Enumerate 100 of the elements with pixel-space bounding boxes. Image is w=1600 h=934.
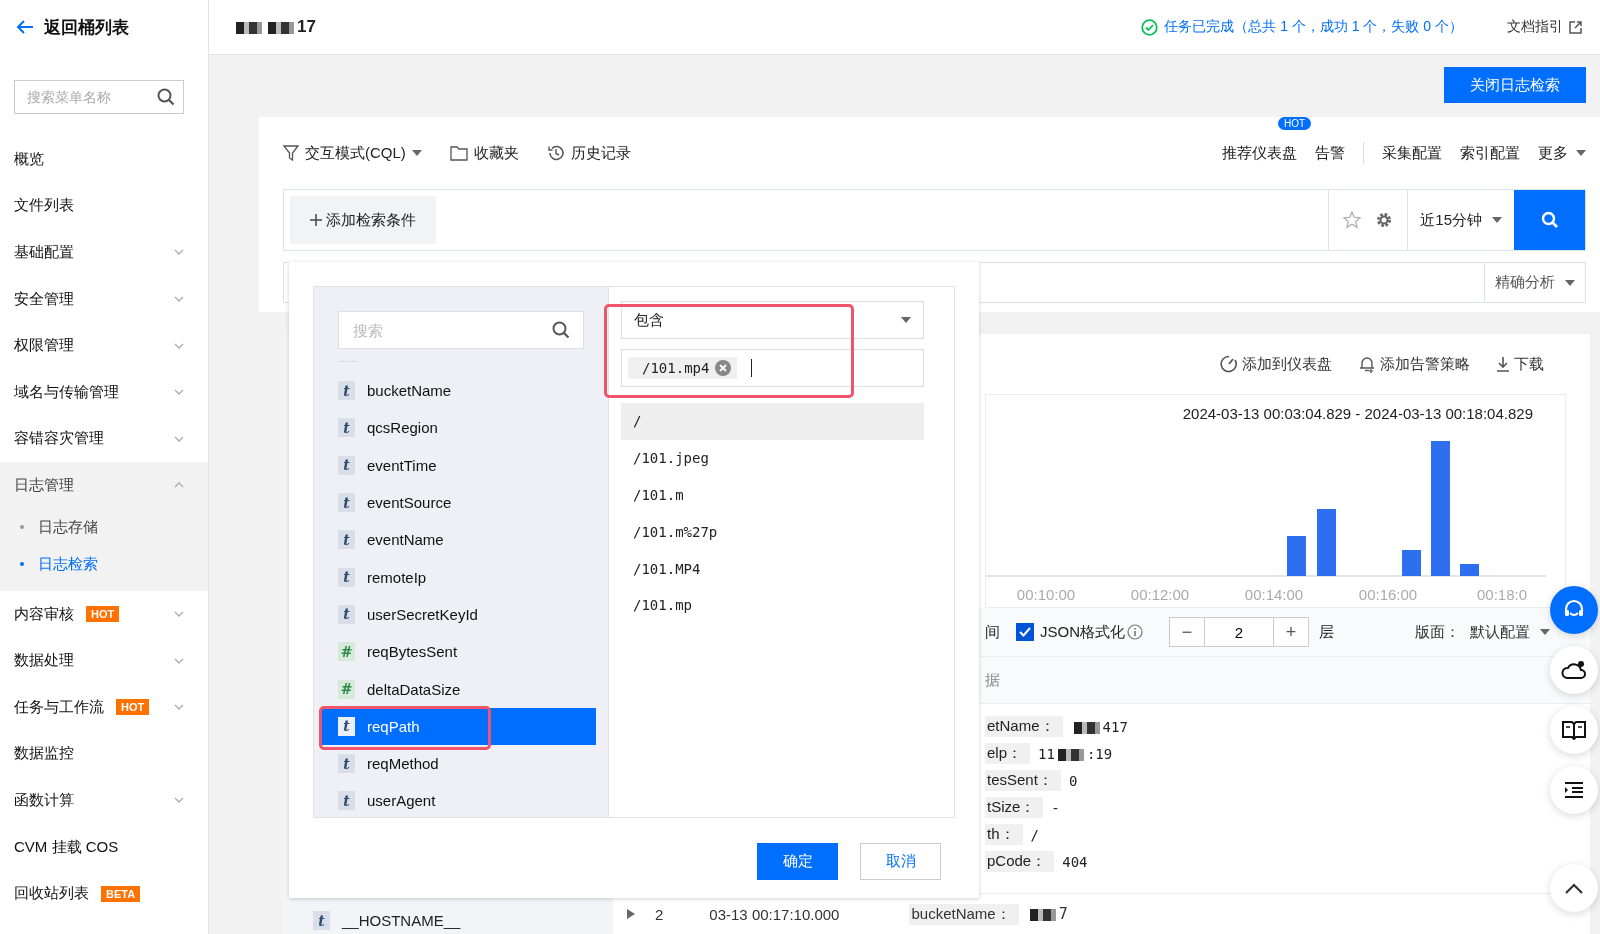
suggestion-item[interactable]: / <box>621 403 924 440</box>
menu-item[interactable]: 域名与传输管理 <box>0 368 208 416</box>
field-item[interactable]: t qcsRegion <box>321 409 596 447</box>
log-value: 404 <box>1062 853 1088 870</box>
menu-item[interactable]: 基础配置 <box>0 229 208 276</box>
search-icon <box>1540 211 1559 229</box>
field-item[interactable]: t userAgent <box>321 782 596 817</box>
menu-item[interactable]: 概览 <box>0 136 208 183</box>
field-item[interactable]: t eventSource <box>321 483 596 522</box>
history-icon <box>546 144 565 162</box>
field-type-mark: # <box>338 642 355 662</box>
menu-search-field[interactable]: 搜索菜单名称 <box>14 80 184 114</box>
suggestion-item[interactable]: /101.m <box>621 476 924 514</box>
menu-item[interactable]: 数据处理 <box>0 637 208 684</box>
axis-label: 00:14:00 <box>1244 586 1304 603</box>
toolbar-link[interactable]: 告警 <box>1315 143 1345 163</box>
log-key: tesSent： <box>985 770 1061 791</box>
caret-icon <box>901 317 911 323</box>
log-key: etName： <box>985 716 1063 737</box>
field-type-mark: # <box>338 679 355 699</box>
increment-button[interactable]: + <box>1273 617 1309 647</box>
confirm-button[interactable]: 确定 <box>757 843 838 880</box>
chevron-icon <box>174 342 184 349</box>
suggestion-item[interactable]: /101.mp <box>621 587 924 624</box>
operator-select[interactable]: 包含 <box>621 301 924 339</box>
field-item[interactable]: t userSecretKeyId <box>321 595 596 634</box>
bucket-title: 17 <box>233 17 316 37</box>
toolbar-link[interactable]: 更多 <box>1538 143 1586 163</box>
add-condition-button[interactable]: 添加检索条件 <box>290 196 436 244</box>
remove-icon[interactable] <box>715 360 732 376</box>
toolbar-button[interactable]: 交互模式(CQL) <box>283 143 422 163</box>
submenu-item[interactable]: 日志存储 <box>0 508 208 546</box>
toolbar-button[interactable]: 收藏夹 <box>449 143 519 163</box>
field-name[interactable]: __HOSTNAME__ <box>342 912 461 929</box>
chevron-icon <box>174 704 184 711</box>
depth-input[interactable]: 2 <box>1205 617 1273 647</box>
suggestion-item[interactable]: /101.jpeg <box>621 439 924 477</box>
menu-item[interactable]: 函数计算 <box>0 777 208 824</box>
field-item[interactable]: # reqBytesSent <box>321 633 596 671</box>
filter-icon <box>283 145 299 161</box>
suggestion-item[interactable]: /101.MP4 <box>621 550 924 587</box>
chevron-icon <box>174 249 184 256</box>
cancel-button[interactable]: 取消 <box>860 843 941 880</box>
json-format-checkbox[interactable] <box>1016 623 1034 641</box>
back-link[interactable]: 返回桶列表 <box>0 0 208 54</box>
field-item[interactable]: t eventName <box>321 521 596 559</box>
chevron-icon <box>174 797 184 804</box>
field-item[interactable]: # deltaDataSize <box>321 670 596 708</box>
chevron-up-icon <box>1565 882 1583 894</box>
settings-icon[interactable] <box>1375 211 1394 229</box>
download-icon <box>1496 356 1510 372</box>
menu-item[interactable]: 日志管理 <box>0 462 208 509</box>
chevron-icon <box>174 435 184 442</box>
menu-item[interactable]: 文件列表 <box>0 182 208 230</box>
log-key: pCode： <box>985 851 1055 872</box>
field-item[interactable]: t remoteIp <box>321 558 596 596</box>
caret-icon <box>1565 279 1575 286</box>
layout-select[interactable]: 默认配置 <box>1470 622 1550 642</box>
star-icon[interactable] <box>1343 211 1362 229</box>
chevron-icon <box>174 296 184 303</box>
field-type-mark: t <box>338 381 355 401</box>
field-item[interactable]: t eventTime <box>321 446 596 484</box>
menu-item[interactable]: 任务与工作流 HOT <box>0 683 208 731</box>
action-link[interactable]: 添加告警策略 <box>1358 354 1470 374</box>
toolbar-button[interactable]: 历史记录 <box>546 143 631 163</box>
close-log-search-button[interactable]: 关闭日志检索 <box>1444 67 1586 103</box>
toolbar-link[interactable]: 索引配置 <box>1460 143 1520 163</box>
log-value: 7 <box>1026 905 1068 923</box>
menu-item[interactable]: 数据监控 <box>0 730 208 778</box>
menu-item[interactable]: 安全管理 <box>0 275 208 323</box>
field-item[interactable]: t bucketName <box>321 372 596 410</box>
value-input[interactable]: /101.mp4 <box>621 349 924 387</box>
expand-row-icon[interactable] <box>627 909 635 919</box>
chevron-icon <box>174 482 184 489</box>
value-tag: /101.mp4 <box>628 357 738 379</box>
caret-icon <box>1576 150 1586 156</box>
toolbar-link[interactable]: 采集配置 <box>1382 143 1442 163</box>
menu-item[interactable]: 容错容灾管理 <box>0 415 208 463</box>
field-type-mark: t <box>338 493 355 513</box>
field-type-mark: t <box>338 455 355 475</box>
decrement-button[interactable]: − <box>1169 617 1205 647</box>
submenu-item[interactable]: 日志检索 <box>0 545 208 583</box>
suggestion-item[interactable]: /101.m%27p <box>621 513 924 551</box>
menu-item[interactable]: CVM 挂载 COS <box>0 823 208 871</box>
action-link[interactable]: 下载 <box>1496 354 1544 374</box>
field-type-mark: t <box>313 911 330 930</box>
analysis-mode-select[interactable]: 精确分析 <box>1484 263 1585 302</box>
action-link[interactable]: 添加到仪表盘 <box>1220 354 1332 374</box>
menu-item[interactable]: 回收站列表 BETA <box>0 870 208 917</box>
book-icon <box>1561 720 1587 740</box>
field-search-input[interactable]: 搜索 <box>338 311 584 349</box>
task-status-text: 任务已完成（总共 1 个，成功 1 个，失败 0 个） <box>1164 18 1463 36</box>
menu-item[interactable]: 权限管理 <box>0 322 208 369</box>
field-item[interactable]: t reqMethod <box>321 744 596 783</box>
search-button[interactable] <box>1514 190 1585 250</box>
log-key: th： <box>985 824 1023 845</box>
menu-item[interactable]: 内容审核 HOT <box>0 590 208 638</box>
histogram-bar <box>1287 536 1306 576</box>
doc-link[interactable]: 文档指引 <box>1507 18 1582 36</box>
cloud-icon <box>1561 659 1587 681</box>
